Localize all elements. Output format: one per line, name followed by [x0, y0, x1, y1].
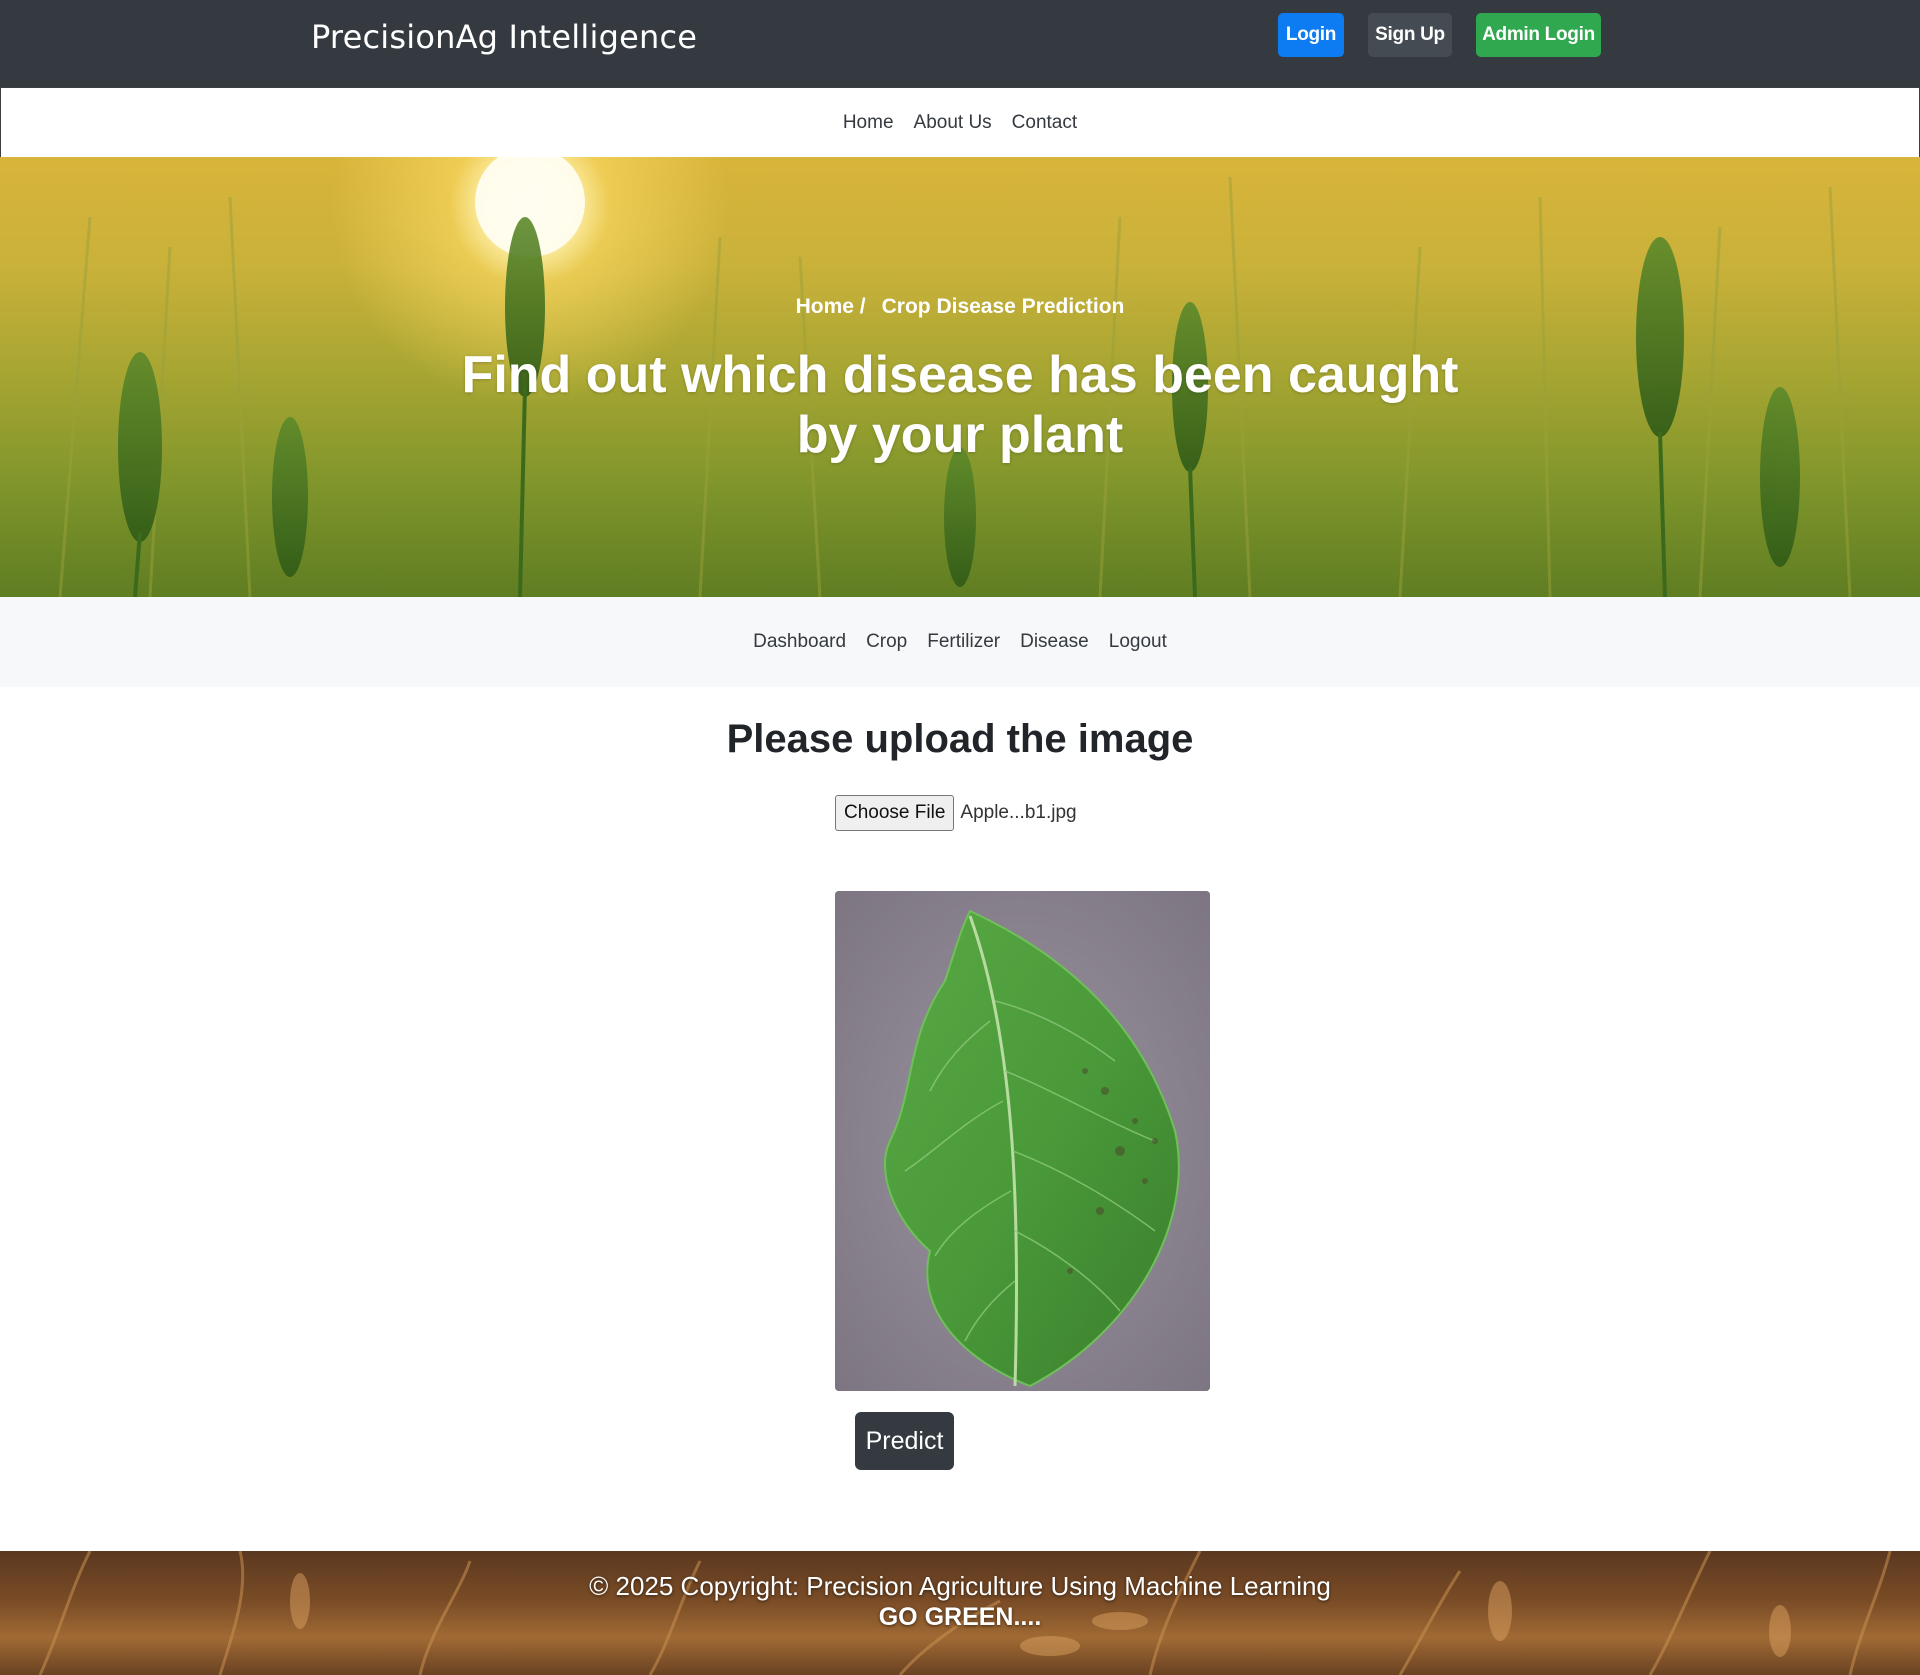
nav-about-us[interactable]: About Us [914, 112, 992, 134]
selected-file-name: Apple...b1.jpg [960, 802, 1077, 823]
nav-fertilizer[interactable]: Fertilizer [927, 631, 1000, 653]
hero-banner: Home / Crop Disease Prediction Find out w… [0, 157, 1920, 597]
admin-login-button[interactable]: Admin Login [1476, 13, 1601, 57]
breadcrumb: Home / Crop Disease Prediction [0, 295, 1920, 319]
signup-button[interactable]: Sign Up [1368, 13, 1452, 57]
predict-button[interactable]: Predict [855, 1412, 954, 1470]
file-input[interactable]: Choose File Apple...b1.jpg [835, 795, 1077, 831]
footer-copyright: © 2025 Copyright: Precision Agriculture … [589, 1571, 1331, 1601]
leaf-image [835, 891, 1210, 1391]
dashboard-nav: Dashboard Crop Fertilizer Disease Logout [0, 597, 1920, 687]
upload-heading: Please upload the image [726, 717, 1194, 761]
top-header: PrecisionAg Intelligence Login Sign Up A… [0, 0, 1920, 87]
breadcrumb-home[interactable]: Home / [796, 295, 866, 318]
nav-logout[interactable]: Logout [1109, 631, 1167, 653]
footer-tagline: GO GREEN.... [878, 1603, 1042, 1631]
main-nav: Home About Us Contact [0, 87, 1920, 158]
login-button[interactable]: Login [1278, 13, 1344, 57]
breadcrumb-current: Crop Disease Prediction [881, 295, 1125, 318]
uploaded-image-preview [835, 891, 1210, 1391]
brand-logo[interactable]: PrecisionAg Intelligence [311, 18, 697, 56]
nav-home[interactable]: Home [843, 112, 894, 134]
nav-dashboard[interactable]: Dashboard [753, 631, 846, 653]
nav-crop[interactable]: Crop [866, 631, 907, 653]
page-title: Find out which disease has been caught b… [461, 346, 1459, 464]
footer: © 2025 Copyright: Precision Agriculture … [0, 1551, 1920, 1675]
nav-contact[interactable]: Contact [1012, 112, 1077, 134]
choose-file-button[interactable]: Choose File [835, 795, 955, 831]
nav-disease[interactable]: Disease [1020, 631, 1089, 653]
